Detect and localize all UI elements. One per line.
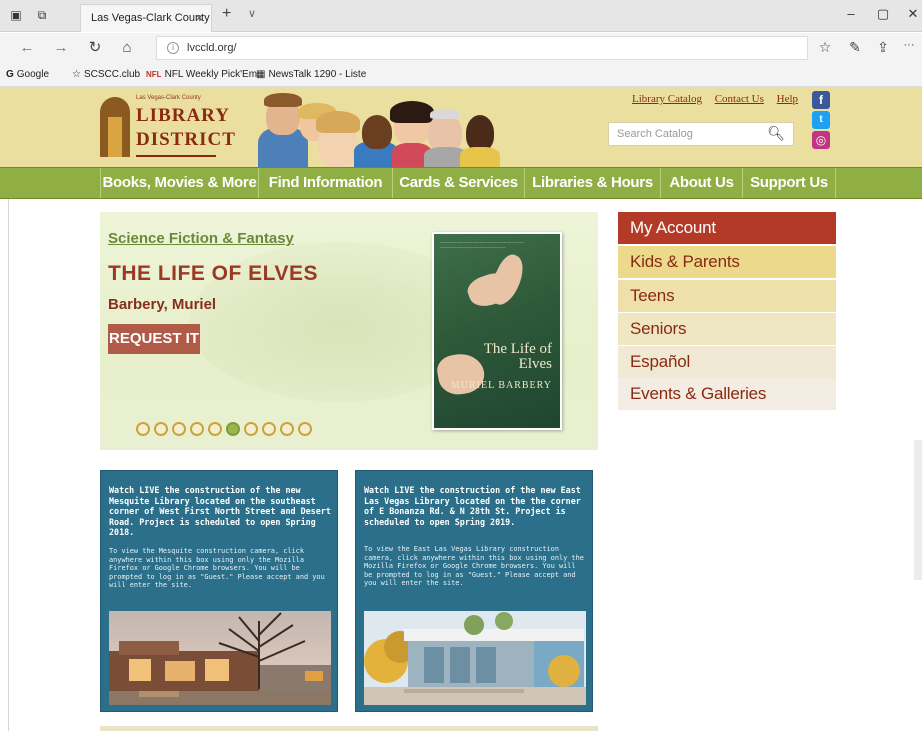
library-catalog-link[interactable]: Library Catalog [632, 93, 702, 105]
star-icon: ☆ [72, 69, 81, 80]
carousel-book-author: Barbery, Muriel [108, 296, 217, 313]
request-it-button[interactable]: REQUEST IT [108, 324, 200, 354]
tab-title: Las Vegas-Clark County [91, 12, 210, 24]
home-button[interactable]: ⌂ [118, 39, 136, 57]
mesquite-construction-box[interactable]: Watch LIVE the construction of the new M… [100, 470, 338, 712]
tab-preview-icon[interactable]: ⧉ [34, 8, 50, 22]
address-url: lvccld.org/ [187, 42, 237, 54]
main-navigation: Books, Movies & More Find Information Ca… [0, 167, 922, 199]
menu-events-galleries[interactable]: Events & Galleries [618, 378, 836, 410]
google-icon: G [6, 69, 14, 80]
featured-book-carousel[interactable]: Science Fiction & Fantasy THE LIFE OF EL… [100, 212, 598, 450]
tab-list-icon[interactable]: ∨ [248, 7, 256, 20]
site-header: Las Vegas-Clark County LIBRARY DISTRICT … [0, 87, 922, 167]
new-tab-button[interactable]: + [222, 5, 231, 23]
back-button[interactable]: ← [18, 39, 36, 57]
carousel-book-title: THE LIFE OF ELVES [108, 262, 318, 285]
twitter-icon[interactable]: t [812, 111, 830, 129]
contact-us-link[interactable]: Contact Us [715, 93, 764, 105]
catalog-search-input[interactable]: Search Catalog 🔍︎ [608, 122, 794, 146]
browser-tab-active[interactable]: Las Vegas-Clark County × [80, 4, 212, 32]
web-note-icon[interactable]: ✎ [846, 39, 864, 56]
search-placeholder: Search Catalog [617, 128, 693, 140]
library-logo[interactable]: Las Vegas-Clark County LIBRARY DISTRICT [100, 91, 235, 159]
share-icon[interactable]: ⇪ [874, 39, 892, 56]
carousel-dot[interactable] [154, 422, 168, 436]
close-window-button[interactable]: ✕ [904, 6, 922, 22]
nav-support-us[interactable]: Support Us [742, 168, 836, 198]
logo-tagline: Las Vegas-Clark County [136, 95, 201, 101]
site-info-icon[interactable]: i [167, 42, 179, 54]
favorite-newstalk[interactable]: ▦ NewsTalk 1290 - Liste [256, 69, 366, 80]
favorite-scscc[interactable]: ☆ SCSCC.club [72, 69, 140, 80]
carousel-dot[interactable] [298, 422, 312, 436]
nav-books-movies-more[interactable]: Books, Movies & More [100, 168, 258, 198]
east-las-vegas-construction-box[interactable]: Watch LIVE the construction of the new E… [355, 470, 593, 712]
logo-door-icon [100, 97, 130, 157]
east-las-vegas-rendering [364, 611, 586, 705]
browser-tab-bar: ▣ ⧉ Las Vegas-Clark County × + ∨ – ▢ ✕ [0, 0, 922, 32]
carousel-dot[interactable] [244, 422, 258, 436]
scrollbar[interactable] [914, 440, 922, 580]
east-las-vegas-heading: Watch LIVE the construction of the new E… [364, 485, 581, 527]
book-cover-title: The Life of Elves [483, 341, 552, 372]
facebook-icon[interactable]: f [812, 91, 830, 109]
more-menu-icon[interactable]: ··· [900, 39, 918, 51]
carousel-dot[interactable] [208, 422, 222, 436]
nav-cards-services[interactable]: Cards & Services [392, 168, 524, 198]
logo-library: LIBRARY [136, 105, 230, 126]
carousel-dot[interactable] [280, 422, 294, 436]
nav-find-information[interactable]: Find Information [258, 168, 392, 198]
carousel-dot[interactable] [136, 422, 150, 436]
browser-nav-bar: ← → ↻ ⌂ i lvccld.org/ ☆ ✎ ⇪ ··· [0, 33, 922, 63]
nfl-icon: NFL [146, 70, 162, 79]
header-links: Library Catalog Contact Us Help [632, 93, 808, 105]
address-bar[interactable]: i lvccld.org/ [156, 36, 808, 60]
mesquite-body: To view the Mesquite construction camera… [109, 547, 325, 590]
carousel-dot-active[interactable] [226, 422, 240, 436]
favorites-bar: G Google ☆ SCSCC.club NFL NFL Weekly Pick'E… [0, 63, 922, 87]
newstalk-icon: ▦ [256, 69, 266, 80]
carousel-dot[interactable] [190, 422, 204, 436]
carousel-category-link[interactable]: Science Fiction & Fantasy [108, 230, 294, 247]
refresh-button[interactable]: ↻ [86, 39, 104, 57]
patrons-photo [258, 93, 508, 167]
favorites-star-icon[interactable]: ☆ [816, 39, 834, 56]
minimize-button[interactable]: – [842, 6, 860, 21]
favorite-nfl[interactable]: NFL NFL Weekly Pick'Em [146, 69, 257, 80]
menu-teens[interactable]: Teens [618, 280, 836, 312]
menu-kids-parents[interactable]: Kids & Parents [618, 246, 836, 278]
carousel-dot[interactable] [172, 422, 186, 436]
carousel-dot[interactable] [262, 422, 276, 436]
tab-actions-icon[interactable]: ▣ [8, 8, 24, 22]
nav-about-us[interactable]: About Us [660, 168, 742, 198]
help-link[interactable]: Help [777, 93, 798, 105]
search-icon[interactable]: 🔍︎ [767, 125, 785, 142]
book-cover-image[interactable]: ~~~~~~~~~~~~~~~~~~~~~~~~~~~~~~~~~~~~ ~~~… [432, 232, 562, 430]
east-las-vegas-body: To view the East Las Vegas Library const… [364, 545, 584, 588]
menu-seniors[interactable]: Seniors [618, 313, 836, 345]
menu-espanol[interactable]: Español [618, 346, 836, 378]
forward-button[interactable]: → [52, 39, 70, 57]
nav-libraries-hours[interactable]: Libraries & Hours [524, 168, 660, 198]
logo-district: DISTRICT [136, 129, 236, 150]
menu-my-account[interactable]: My Account [618, 212, 836, 244]
book-cover-author: MURIEL BARBERY [450, 380, 552, 391]
favorite-google[interactable]: G Google [6, 69, 49, 80]
mesquite-heading: Watch LIVE the construction of the new M… [109, 485, 331, 537]
tab-close-icon[interactable]: × [195, 10, 203, 25]
maximize-button[interactable]: ▢ [874, 6, 892, 22]
instagram-icon[interactable]: ◎ [812, 131, 830, 149]
mesquite-construction-photo [109, 611, 331, 705]
